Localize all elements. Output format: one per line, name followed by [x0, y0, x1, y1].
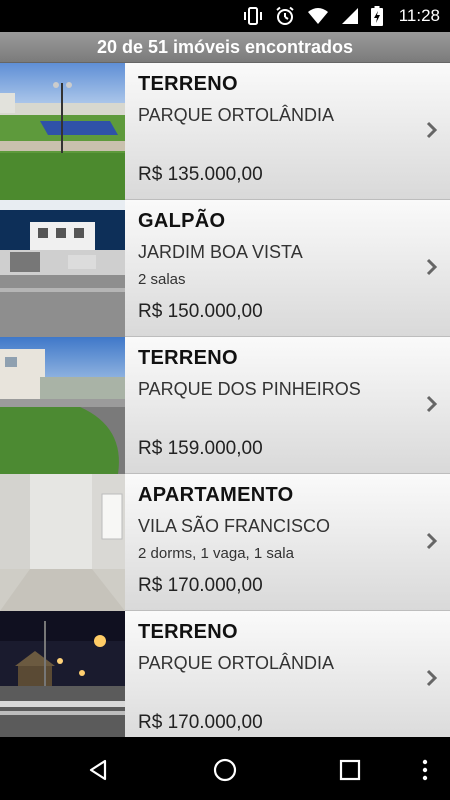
signal-icon	[341, 6, 359, 26]
listing-type: GALPÃO	[138, 210, 226, 232]
wifi-icon	[307, 6, 329, 26]
listing-photo	[0, 200, 125, 337]
chevron-right-icon	[426, 121, 438, 139]
results-count-header: 20 de 51 imóveis encontrados	[0, 32, 450, 63]
overflow-menu-icon[interactable]	[412, 757, 438, 783]
listing-price: R$ 170.000,00	[138, 575, 263, 596]
listing-info: GALPÃO JARDIM BOA VISTA 2 salas R$ 150.0…	[125, 200, 450, 336]
listing-info: TERRENO PARQUE DOS PINHEIROS R$ 159.000,…	[125, 337, 450, 473]
listing-list[interactable]: TERRENO PARQUE ORTOLÂNDIA R$ 135.000,00 …	[0, 63, 450, 737]
listing-neighborhood: PARQUE ORTOLÂNDIA	[138, 105, 335, 125]
listing-type: TERRENO	[138, 621, 238, 643]
chevron-right-icon	[426, 258, 438, 276]
listing-item[interactable]: TERRENO PARQUE ORTOLÂNDIA R$ 170.000,00	[0, 611, 450, 737]
listing-neighborhood: JARDIM BOA VISTA	[138, 242, 303, 262]
listing-neighborhood: VILA SÃO FRANCISCO	[138, 516, 331, 536]
listing-info: TERRENO PARQUE ORTOLÂNDIA R$ 170.000,00	[125, 611, 450, 737]
listing-item[interactable]: APARTAMENTO VILA SÃO FRANCISCO 2 dorms, …	[0, 474, 450, 611]
listing-photo	[0, 337, 125, 474]
listing-type: TERRENO	[138, 73, 238, 95]
status-bar: 11:28	[0, 0, 450, 32]
navigation-bar	[0, 737, 450, 800]
listing-type: APARTAMENTO	[138, 484, 294, 506]
chevron-right-icon	[426, 395, 438, 413]
back-icon[interactable]	[86, 757, 112, 783]
vibrate-icon	[243, 6, 263, 26]
listing-details: 2 dorms, 1 vaga, 1 sala	[138, 545, 294, 562]
listing-price: R$ 170.000,00	[138, 712, 263, 733]
listing-photo	[0, 63, 125, 200]
alarm-icon	[275, 6, 295, 26]
listing-neighborhood: PARQUE DOS PINHEIROS	[138, 379, 361, 399]
listing-details: 2 salas	[138, 271, 186, 288]
listing-price: R$ 159.000,00	[138, 438, 263, 459]
listing-item[interactable]: GALPÃO JARDIM BOA VISTA 2 salas R$ 150.0…	[0, 200, 450, 337]
battery-icon	[370, 6, 383, 26]
listing-type: TERRENO	[138, 347, 238, 369]
listing-neighborhood: PARQUE ORTOLÂNDIA	[138, 653, 335, 673]
chevron-right-icon	[426, 532, 438, 550]
listing-photo	[0, 474, 125, 611]
status-time: 11:28	[398, 6, 440, 25]
listing-info: APARTAMENTO VILA SÃO FRANCISCO 2 dorms, …	[125, 474, 450, 610]
listing-item[interactable]: TERRENO PARQUE DOS PINHEIROS R$ 159.000,…	[0, 337, 450, 474]
home-icon[interactable]	[212, 757, 238, 783]
listing-price: R$ 135.000,00	[138, 164, 263, 185]
listing-price: R$ 150.000,00	[138, 301, 263, 322]
listing-item[interactable]: TERRENO PARQUE ORTOLÂNDIA R$ 135.000,00	[0, 63, 450, 200]
listing-photo	[0, 611, 125, 737]
listing-info: TERRENO PARQUE ORTOLÂNDIA R$ 135.000,00	[125, 63, 450, 199]
chevron-right-icon	[426, 669, 438, 687]
recents-icon[interactable]	[337, 757, 363, 783]
